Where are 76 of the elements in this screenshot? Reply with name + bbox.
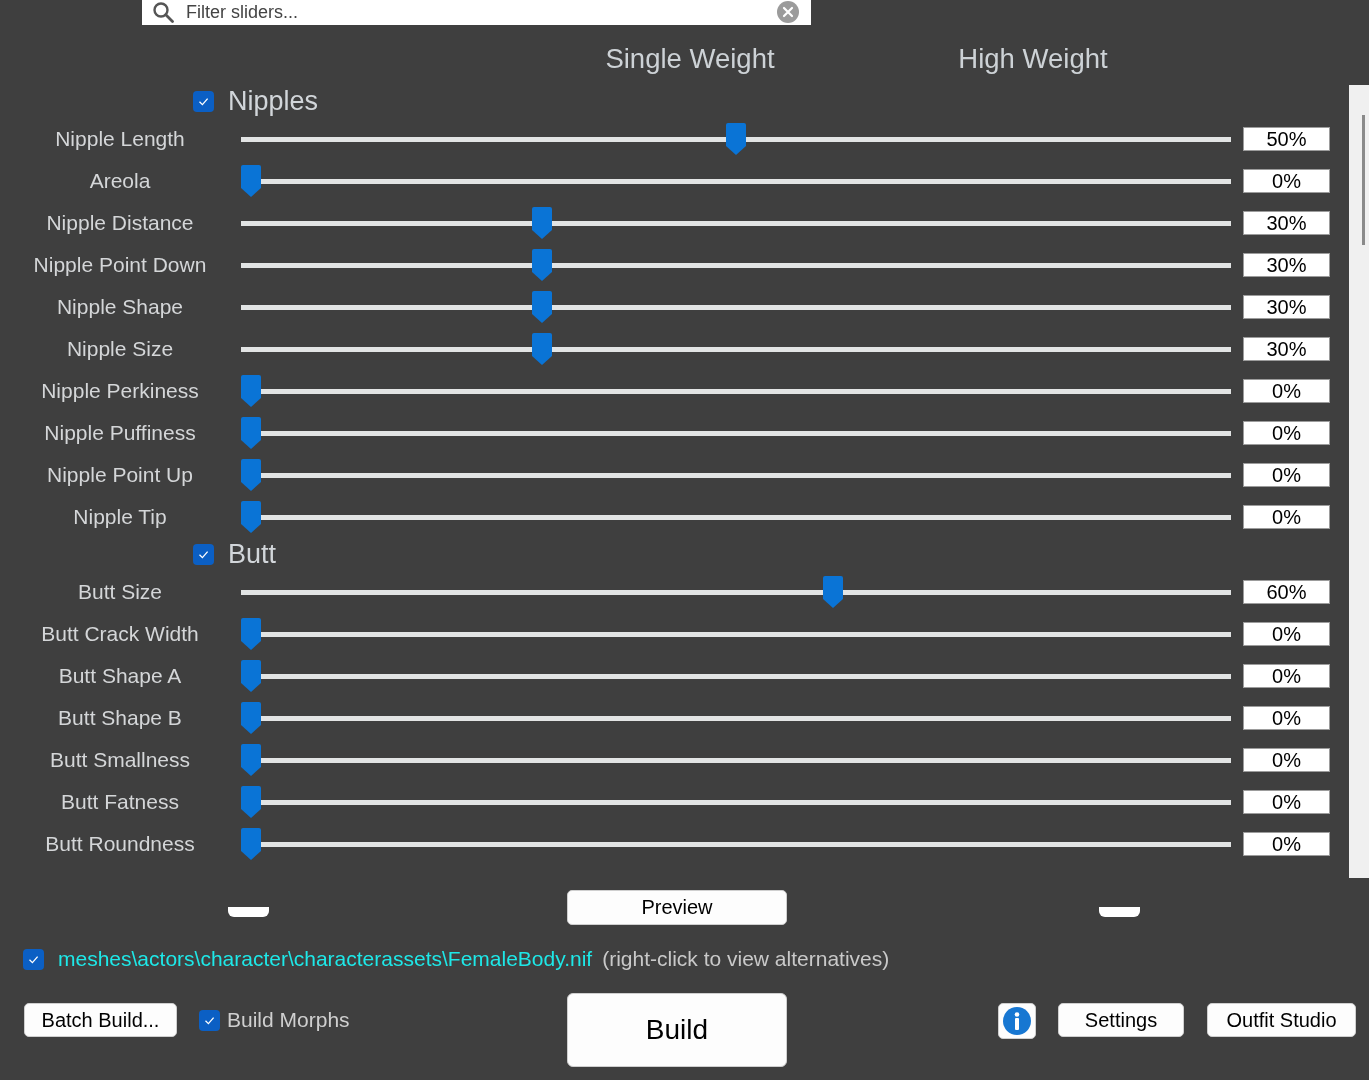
- value-field[interactable]: 0%: [1243, 706, 1330, 730]
- clipped-button[interactable]: [228, 907, 269, 917]
- value-field[interactable]: 30%: [1243, 337, 1330, 361]
- preview-button[interactable]: Preview: [567, 890, 787, 925]
- value-field[interactable]: 0%: [1243, 505, 1330, 529]
- slider-label: Butt Roundness: [44, 832, 196, 856]
- value-field[interactable]: 0%: [1243, 622, 1330, 646]
- info-icon: [1003, 1007, 1031, 1035]
- build-morphs-checkbox[interactable]: [199, 1010, 220, 1031]
- value-field[interactable]: 60%: [1243, 580, 1330, 604]
- group-checkbox[interactable]: [193, 91, 214, 112]
- slider-thumb[interactable]: [241, 786, 261, 818]
- slider-label: Nipple Length: [54, 127, 186, 151]
- slider-label: Butt Shape B: [57, 706, 183, 730]
- clear-icon[interactable]: [777, 1, 799, 23]
- file-path-link[interactable]: meshes\actors\character\characterassets\FemaleBody.nif: [58, 947, 593, 971]
- slider-thumb[interactable]: [241, 828, 261, 860]
- value-field[interactable]: 0%: [1243, 463, 1330, 487]
- info-button[interactable]: [998, 1003, 1036, 1039]
- clipped-button[interactable]: [1099, 907, 1140, 917]
- value-field[interactable]: 0%: [1243, 664, 1330, 688]
- slider-thumb[interactable]: [532, 291, 552, 323]
- slider-thumb[interactable]: [241, 744, 261, 776]
- slider-thumb[interactable]: [241, 660, 261, 692]
- slider-thumb[interactable]: [532, 333, 552, 365]
- search-icon: [152, 1, 174, 23]
- group-checkbox[interactable]: [193, 544, 214, 565]
- slider-thumb[interactable]: [726, 123, 746, 155]
- slider-thumb[interactable]: [241, 618, 261, 650]
- slider-label: Nipple Point Up: [46, 463, 194, 487]
- slider-thumb[interactable]: [241, 702, 261, 734]
- value-field[interactable]: 30%: [1243, 211, 1330, 235]
- slider-label: Nipple Tip: [72, 505, 168, 529]
- value-field[interactable]: 0%: [1243, 421, 1330, 445]
- slider-label: Nipple Puffiness: [43, 421, 197, 445]
- value-field[interactable]: 0%: [1243, 832, 1330, 856]
- group-title: Nipples: [228, 85, 319, 118]
- checkbox-label: Build Morphs: [227, 1007, 350, 1033]
- slider-label: Nipple Perkiness: [40, 379, 200, 403]
- slider-thumb[interactable]: [241, 459, 261, 491]
- scrollbar-thumb[interactable]: [1362, 115, 1365, 245]
- value-field[interactable]: 30%: [1243, 295, 1330, 319]
- slider-thumb[interactable]: [823, 576, 843, 608]
- slider-thumb[interactable]: [532, 249, 552, 281]
- slider-label: Nipple Shape: [55, 295, 185, 319]
- column-header: High Weight: [957, 43, 1109, 76]
- batch-build-button[interactable]: Batch Build...: [24, 1003, 177, 1037]
- value-field[interactable]: 0%: [1243, 790, 1330, 814]
- slider-label: Nipple Distance: [45, 211, 195, 235]
- slider-label: Butt Crack Width: [40, 622, 200, 646]
- slider-label: Butt Smallness: [48, 748, 192, 772]
- group-title: Butt: [228, 538, 277, 571]
- value-field[interactable]: 50%: [1243, 127, 1330, 151]
- slider-label: Butt Fatness: [60, 790, 180, 814]
- slider-thumb[interactable]: [532, 207, 552, 239]
- file-checkbox[interactable]: [23, 948, 44, 970]
- filter-field[interactable]: Filter sliders...: [142, 0, 811, 25]
- scrollbar[interactable]: [1349, 85, 1369, 878]
- slider-label: Nipple Size: [65, 337, 175, 361]
- build-button[interactable]: Build: [567, 993, 787, 1067]
- value-field[interactable]: 0%: [1243, 169, 1330, 193]
- value-field[interactable]: 30%: [1243, 253, 1330, 277]
- slider-label: Butt Shape A: [57, 664, 183, 688]
- slider-thumb[interactable]: [241, 165, 261, 197]
- slider-label: Areola: [88, 169, 152, 193]
- column-header: Single Weight: [604, 43, 776, 76]
- file-hint: (right-click to view alternatives): [602, 947, 890, 971]
- slider-thumb[interactable]: [241, 375, 261, 407]
- outfit-studio-button[interactable]: Outfit Studio: [1207, 1003, 1356, 1037]
- slider-label: Butt Size: [76, 580, 163, 604]
- value-field[interactable]: 0%: [1243, 748, 1330, 772]
- slider-thumb[interactable]: [241, 501, 261, 533]
- slider-thumb[interactable]: [241, 417, 261, 449]
- value-field[interactable]: 0%: [1243, 379, 1330, 403]
- settings-button[interactable]: Settings: [1058, 1003, 1184, 1037]
- slider-label: Nipple Point Down: [32, 253, 208, 277]
